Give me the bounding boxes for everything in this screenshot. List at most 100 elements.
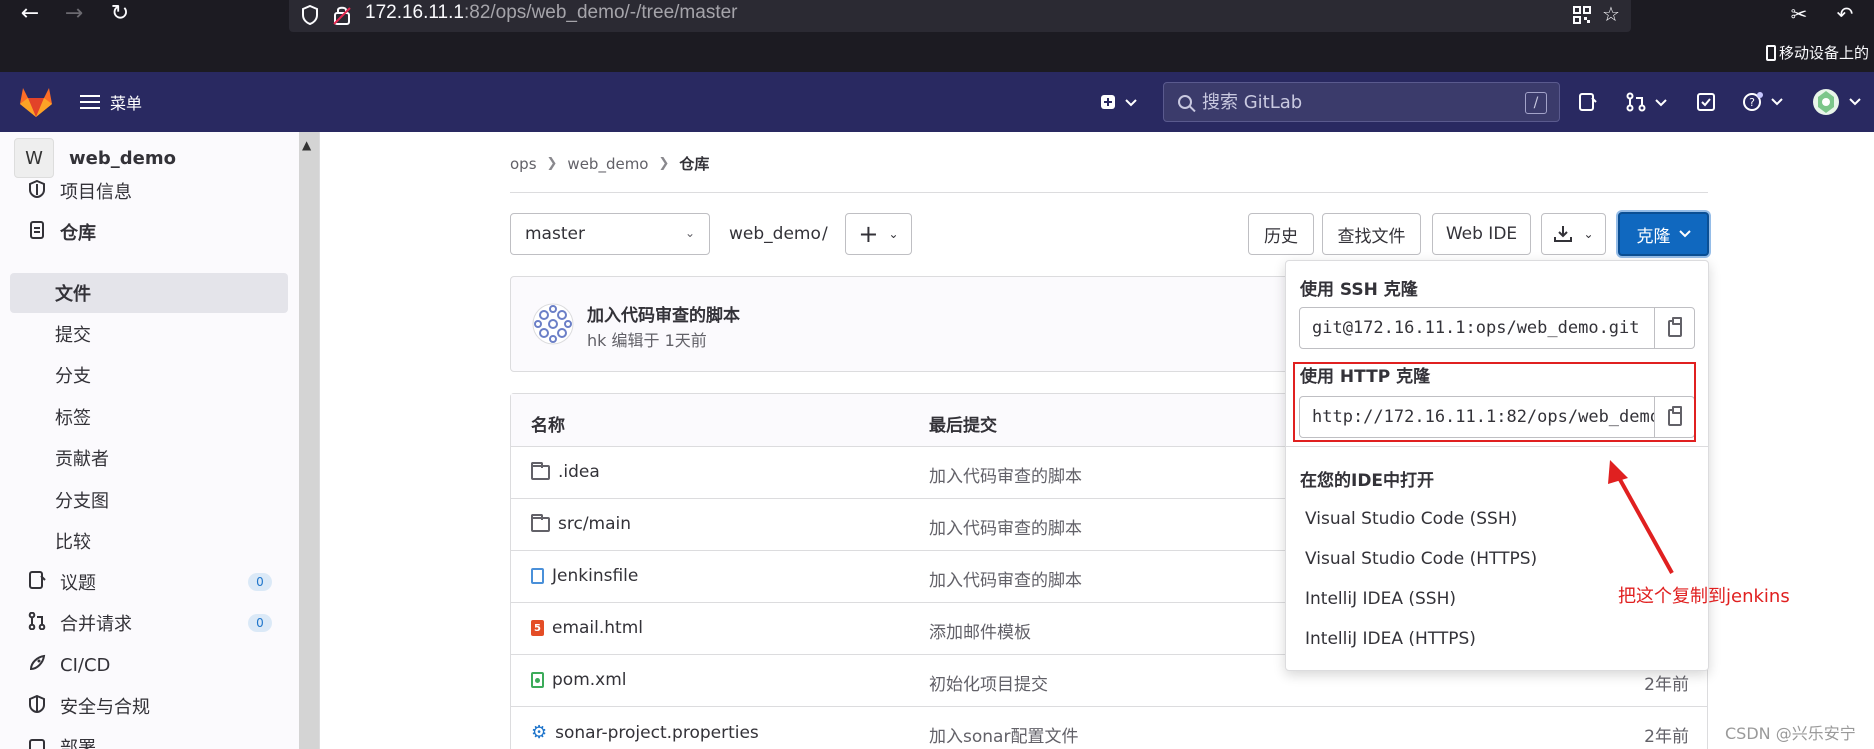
address-bar[interactable]: 172.16.11.1:82/ops/web_demo/-/tree/maste… — [289, 0, 1631, 32]
svg-text:?: ? — [1749, 96, 1755, 109]
sidebar-item-files[interactable]: 文件 — [10, 273, 288, 313]
file-name[interactable]: pom.xml — [552, 670, 627, 690]
file-last-commit[interactable]: 加入代码审查的脚本 — [929, 566, 1082, 591]
sidebar-item-label: 比较 — [55, 532, 91, 553]
menu-label: 菜单 — [110, 94, 143, 113]
file-name[interactable]: email.html — [552, 618, 643, 638]
path-separator: / — [822, 224, 828, 244]
bookmark-star-icon[interactable]: ☆ — [1599, 2, 1623, 26]
search-input[interactable] — [1202, 91, 1522, 113]
ssh-url-field[interactable]: git@172.16.11.1:ops/web_demo.git — [1299, 307, 1695, 349]
sidebar-item-contributors[interactable]: 贡献者 — [10, 438, 288, 478]
merge-requests-dropdown[interactable] — [1626, 86, 1670, 118]
rocket-icon — [24, 654, 50, 677]
sidebar-item-tags[interactable]: 标签 — [10, 397, 288, 437]
commit-author-avatar[interactable] — [532, 303, 574, 345]
forward-arrow-icon[interactable]: → — [56, 0, 92, 26]
file-name[interactable]: Jenkinsfile — [552, 566, 638, 586]
open-vscode-ssh[interactable]: Visual Studio Code (SSH) — [1305, 509, 1517, 529]
issues-icon[interactable] — [1578, 86, 1598, 118]
clone-label: 克隆 — [1636, 226, 1671, 247]
new-item-dropdown[interactable] — [1100, 86, 1140, 118]
sidebar-item-label: 合并请求 — [60, 614, 132, 635]
web-ide-button[interactable]: Web IDE — [1432, 213, 1531, 255]
project-name: web_demo — [69, 147, 176, 169]
qr-code-icon[interactable] — [1571, 4, 1593, 26]
mobile-bookmarks[interactable]: 移动设备上的 — [1766, 42, 1869, 63]
sidebar-item-merge-requests[interactable]: 合并请求 0 — [10, 603, 288, 643]
breadcrumb-repository[interactable]: 仓库 — [679, 153, 709, 174]
table-row[interactable]: ⚙ sonar-project.properties 加入sonar配置文件 2年… — [511, 707, 1707, 749]
sidebar-item-issues[interactable]: 议题 0 — [10, 562, 288, 602]
gitlab-logo-icon[interactable] — [18, 84, 54, 122]
search-bar[interactable]: / — [1163, 82, 1560, 122]
html5-icon: 5 — [531, 620, 544, 636]
sidebar-scrollbar[interactable]: ▲ — [299, 132, 319, 749]
file-last-commit[interactable]: 加入代码审查的脚本 — [929, 514, 1082, 539]
sidebar-item-label: 文件 — [55, 284, 91, 305]
menu-button[interactable]: 菜单 — [80, 86, 142, 118]
repo-path-label[interactable]: web_demo — [729, 224, 821, 244]
document-icon — [24, 220, 50, 244]
file-name[interactable]: src/main — [558, 514, 631, 534]
open-in-ide-label: 在您的IDE中打开 — [1300, 471, 1435, 491]
sidebar-item-branches[interactable]: 分支 — [10, 355, 288, 395]
breadcrumb-ops[interactable]: ops — [510, 155, 537, 173]
file-date: 2年前 — [1644, 727, 1689, 747]
open-vscode-https[interactable]: Visual Studio Code (HTTPS) — [1305, 549, 1537, 569]
add-file-dropdown[interactable]: + ⌄ — [845, 213, 912, 255]
http-clone-highlight-box — [1293, 362, 1696, 442]
download-dropdown[interactable]: ⌄ — [1541, 213, 1606, 255]
sidebar-item-deployments[interactable]: 部署 — [10, 727, 288, 749]
undo-arrow-icon[interactable]: ↶ — [1832, 2, 1858, 26]
user-avatar-dropdown[interactable] — [1812, 86, 1864, 118]
search-icon — [1178, 95, 1192, 109]
sidebar-item-project-info[interactable]: 项目信息 — [10, 171, 288, 211]
back-arrow-icon[interactable]: ← — [12, 0, 48, 26]
sidebar-item-label: 分支图 — [55, 491, 109, 512]
reload-icon[interactable]: ↻ — [102, 0, 138, 26]
file-name[interactable]: .idea — [558, 462, 600, 482]
file-last-commit[interactable]: 加入代码审查的脚本 — [929, 462, 1082, 487]
chevron-down-icon: ⌄ — [1583, 227, 1594, 241]
merge-request-icon — [24, 611, 50, 635]
todo-icon[interactable] — [1696, 86, 1716, 118]
sidebar-item-compare[interactable]: 比较 — [10, 521, 288, 561]
insecure-lock-icon[interactable] — [331, 4, 353, 26]
project-sidebar: W web_demo 项目信息 仓库 文件 提交 分支 标签 贡献者 分支图 比… — [0, 132, 320, 749]
open-intellij-ssh[interactable]: IntelliJ IDEA (SSH) — [1305, 589, 1456, 609]
sidebar-item-repository[interactable]: 仓库 — [10, 212, 288, 252]
branch-selector[interactable]: master ⌄ — [510, 213, 710, 255]
sidebar-item-security[interactable]: 安全与合规 — [10, 686, 288, 726]
copy-ssh-url-button[interactable] — [1654, 308, 1694, 348]
scroll-up-arrow-icon[interactable]: ▲ — [302, 138, 311, 152]
plus-icon: + — [858, 220, 879, 248]
shield-icon[interactable] — [299, 4, 321, 26]
breadcrumb-project[interactable]: web_demo — [567, 155, 648, 173]
ssh-url-value[interactable]: git@172.16.11.1:ops/web_demo.git — [1300, 318, 1654, 338]
open-intellij-https[interactable]: IntelliJ IDEA (HTTPS) — [1305, 629, 1476, 649]
url-path: :82/ops/web_demo/-/tree/master — [463, 2, 738, 23]
clone-button[interactable]: 克隆 — [1618, 212, 1709, 256]
crop-screenshot-icon[interactable]: ✂ — [1786, 2, 1812, 26]
file-name[interactable]: sonar-project.properties — [555, 723, 759, 743]
file-icon — [531, 568, 544, 584]
breadcrumb: ops ❯ web_demo ❯ 仓库 — [510, 153, 709, 174]
sidebar-item-graph[interactable]: 分支图 — [10, 480, 288, 520]
commit-title[interactable]: 加入代码审查的脚本 — [587, 301, 740, 326]
file-date: 2年前 — [1644, 675, 1689, 695]
find-file-button[interactable]: 查找文件 — [1322, 213, 1421, 255]
file-last-commit[interactable]: 初始化项目提交 — [929, 670, 1048, 695]
sidebar-item-cicd[interactable]: CI/CD — [10, 645, 288, 685]
issues-count-badge: 0 — [248, 573, 272, 591]
history-button[interactable]: 历史 — [1248, 213, 1314, 255]
file-last-commit[interactable]: 加入sonar配置文件 — [929, 722, 1078, 747]
dropdown-divider — [1286, 446, 1708, 447]
file-last-commit[interactable]: 添加邮件模板 — [929, 618, 1031, 643]
sidebar-item-commits[interactable]: 提交 — [10, 314, 288, 354]
branch-name: master — [525, 224, 585, 244]
chevron-down-icon: ⌄ — [888, 227, 899, 241]
header-divider — [510, 192, 1708, 193]
annotation-arrow-icon — [1608, 460, 1674, 574]
help-dropdown[interactable]: ? — [1742, 86, 1788, 118]
